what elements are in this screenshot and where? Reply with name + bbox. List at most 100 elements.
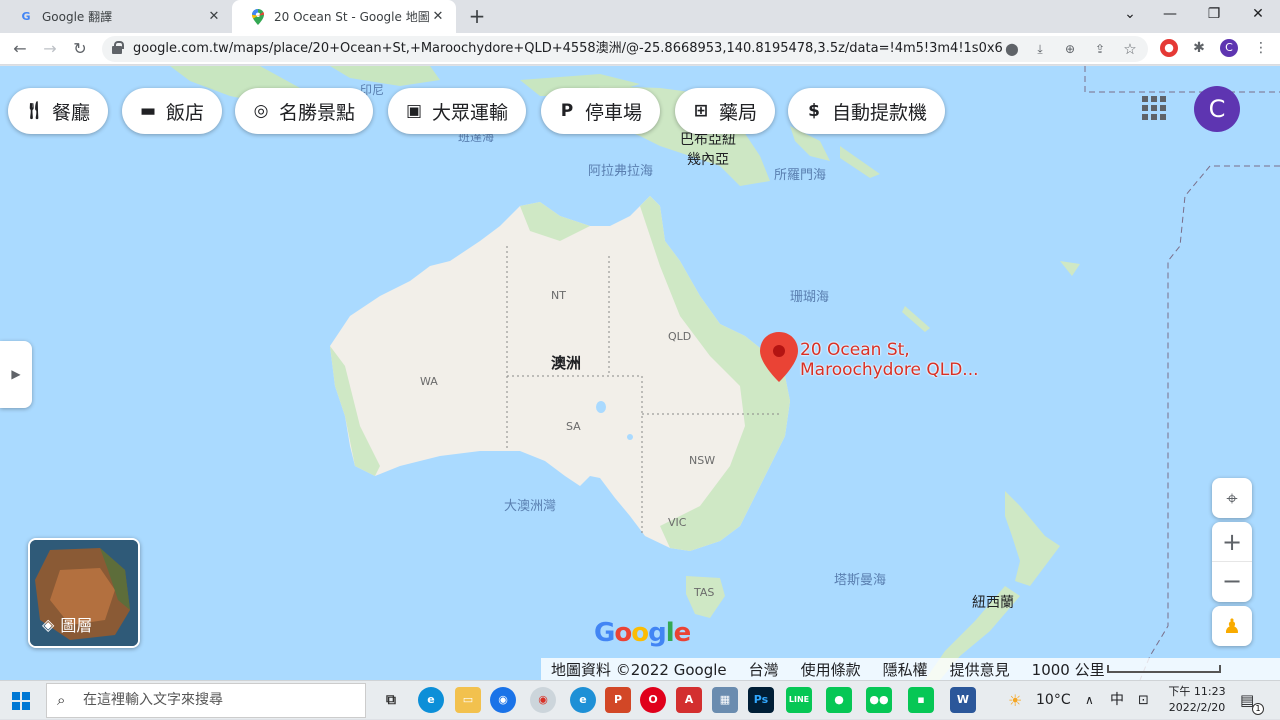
taskbar-search-placeholder: 在這裡輸入文字來搜尋 <box>83 692 223 708</box>
acrobat-icon[interactable]: A <box>676 687 702 713</box>
parking-icon: P <box>560 101 574 121</box>
privacy-link[interactable]: 隱私權 <box>883 659 928 680</box>
terms-link[interactable]: 使用條款 <box>801 659 861 680</box>
zoom-in-button[interactable]: + <box>1212 522 1252 562</box>
camera-icon: ◎ <box>253 101 269 121</box>
clock-time: 下午 11:23 <box>1168 685 1226 698</box>
atm-icon: $ <box>808 101 820 121</box>
extensions-puzzle-icon[interactable]: ✱ <box>1190 39 1208 57</box>
zoom-icon[interactable]: ⊕ <box>1061 40 1079 58</box>
category-atm[interactable]: $ 自動提款機 <box>788 88 946 134</box>
taskbar-search-box[interactable]: ⌕ 在這裡輸入文字來搜尋 <box>46 683 366 718</box>
map-canvas[interactable]: 阿拉弗拉海 所羅門海 珊瑚海 大澳洲灣 塔斯曼海 印尼 班達海 巴布亞紐 幾內亞… <box>0 66 1280 680</box>
my-location-button[interactable]: ⌖ <box>1212 478 1252 518</box>
forward-button[interactable]: → <box>38 37 62 61</box>
address-bar[interactable]: google.com.tw/maps/place/20+Ocean+St,+Ma… <box>102 36 1148 62</box>
map-label-australia: 澳洲 <box>551 354 582 372</box>
map-label-nt: NT <box>551 289 566 302</box>
pin-label-line2: Maroochydore QLD... <box>800 360 979 380</box>
zoom-out-button[interactable]: − <box>1212 562 1252 602</box>
pegman-button[interactable]: ♟ <box>1212 606 1252 646</box>
location-icon[interactable]: ⬤ <box>1003 40 1021 58</box>
line-icon[interactable]: LINE <box>786 687 812 713</box>
minimize-button[interactable]: — <box>1148 0 1192 30</box>
line-group-icon[interactable]: ●● <box>866 687 892 713</box>
extension-red-icon[interactable]: ● <box>1160 39 1178 57</box>
edge-icon[interactable]: e <box>418 687 444 713</box>
word-icon[interactable]: W <box>950 687 976 713</box>
install-icon[interactable]: ⤓ <box>1031 40 1049 58</box>
category-transit[interactable]: ▣ 大眾運輸 <box>388 88 527 134</box>
tray-chevron-icon[interactable]: ∧ <box>1085 681 1094 720</box>
account-avatar[interactable]: C <box>1194 86 1240 132</box>
map-label-png: 巴布亞紐 幾內亞 <box>680 132 736 168</box>
ime-mode-icon[interactable]: ⊡ <box>1138 681 1149 720</box>
lock-icon[interactable] <box>112 41 124 54</box>
photoshop-icon[interactable]: Ps <box>748 687 774 713</box>
maximize-button[interactable]: ❐ <box>1192 0 1236 30</box>
map-label-nsw: NSW <box>689 454 716 467</box>
feedback-link[interactable]: 提供意見 <box>950 659 1010 680</box>
map-label-solomon-sea: 所羅門海 <box>774 168 827 183</box>
close-tab-icon[interactable]: ✕ <box>206 9 222 25</box>
url-text[interactable]: google.com.tw/maps/place/20+Ocean+St,+Ma… <box>133 36 1003 62</box>
map-label-vic: VIC <box>668 516 687 529</box>
windows-taskbar: ⌕ 在這裡輸入文字來搜尋 ⧉ e ▭ ◉ ◉ e P O A ▦ Ps LINE… <box>0 680 1280 719</box>
zoom-controls: + − <box>1212 522 1252 602</box>
pegman-icon: ♟ <box>1223 614 1241 638</box>
taskbar-clock[interactable]: 下午 11:23 2022/2/20 <box>1162 684 1232 716</box>
tab-google-translate[interactable]: G Google 翻譯 ✕ <box>0 0 232 33</box>
opera-icon[interactable]: O <box>640 687 666 713</box>
notification-count: 1 <box>1252 703 1264 715</box>
new-tab-button[interactable]: + <box>466 6 488 28</box>
map-label-wa: WA <box>420 375 438 388</box>
bookmark-star-icon[interactable]: ☆ <box>1121 40 1139 58</box>
expand-side-panel-button[interactable]: ▶ <box>0 341 32 408</box>
category-pharmacy[interactable]: ⊞ 藥局 <box>675 88 776 134</box>
line-contact-icon[interactable]: ● <box>826 687 852 713</box>
close-window-button[interactable]: ✕ <box>1236 0 1280 30</box>
category-parking[interactable]: P 停車場 <box>541 88 661 134</box>
category-restaurants[interactable]: 🍴︎ 餐廳 <box>8 88 109 134</box>
photos-icon[interactable]: ▦ <box>712 687 738 713</box>
reload-button[interactable]: ↻ <box>68 37 92 61</box>
chrome-alt-icon[interactable]: ◉ <box>490 687 516 713</box>
category-hotels[interactable]: ▬ 飯店 <box>122 88 223 134</box>
category-attractions[interactable]: ◎ 名勝景點 <box>235 88 374 134</box>
scale-label[interactable]: 1000 公里 <box>1032 659 1105 680</box>
chip-label: 名勝景點 <box>279 101 356 124</box>
chip-label: 餐廳 <box>52 101 91 124</box>
close-tab-icon[interactable]: ✕ <box>430 9 446 25</box>
map-label-arafura-sea: 阿拉弗拉海 <box>588 164 654 179</box>
chrome-icon[interactable]: ◉ <box>530 687 556 713</box>
map-data-attribution[interactable]: 地圖資料 ©2022 Google <box>551 659 727 680</box>
chip-label: 大眾運輸 <box>432 101 509 124</box>
back-button[interactable]: ← <box>8 37 32 61</box>
bed-icon: ▬ <box>139 101 157 121</box>
layers-button[interactable]: ◈ 圖層 <box>28 538 140 648</box>
google-apps-icon[interactable] <box>1142 96 1166 120</box>
weather-icon[interactable]: ☀ <box>1008 681 1022 720</box>
map-footer: 地圖資料 ©2022 Google 台灣 使用條款 隱私權 提供意見 1000 … <box>541 658 1280 680</box>
tab-google-maps[interactable]: 20 Ocean St - Google 地圖 ✕ <box>232 0 456 33</box>
powerpoint-icon[interactable]: P <box>605 687 631 713</box>
region-link[interactable]: 台灣 <box>749 659 779 680</box>
line-app-icon[interactable]: ▪ <box>908 687 934 713</box>
place-pin-label[interactable]: 20 Ocean St, Maroochydore QLD... <box>800 340 979 380</box>
share-icon[interactable]: ⇪ <box>1091 40 1109 58</box>
pin-label-line1: 20 Ocean St, <box>800 340 910 360</box>
notification-icon[interactable]: ▤ <box>1240 681 1254 720</box>
profile-avatar[interactable]: C <box>1220 39 1238 57</box>
ime-indicator[interactable]: 中 <box>1110 681 1124 720</box>
windows-start-icon[interactable] <box>12 692 30 710</box>
google-logo: Google <box>594 618 691 648</box>
ie-icon[interactable]: e <box>570 687 596 713</box>
clock-date: 2022/2/20 <box>1168 701 1226 714</box>
task-view-icon[interactable]: ⧉ <box>378 687 404 713</box>
chip-label: 停車場 <box>585 101 643 124</box>
tab-search-icon[interactable]: ⌄ <box>1108 0 1152 30</box>
menu-kebab-icon[interactable]: ⋮ <box>1252 39 1270 57</box>
map-label-sa: SA <box>566 420 581 433</box>
temperature[interactable]: 10°C <box>1036 681 1071 720</box>
file-explorer-icon[interactable]: ▭ <box>455 687 481 713</box>
